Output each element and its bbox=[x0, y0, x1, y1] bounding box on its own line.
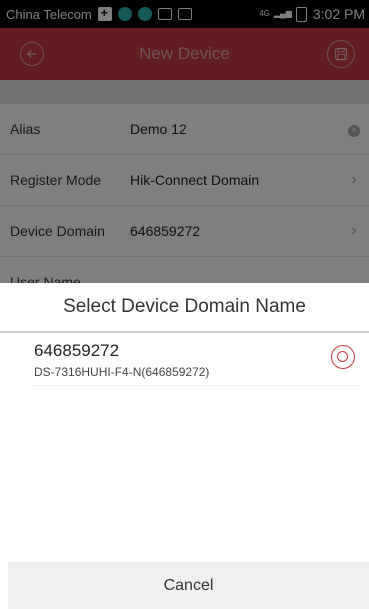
domain-option[interactable]: 646859272 DS-7316HUHI-F4-N(646859272) bbox=[32, 333, 359, 386]
select-domain-sheet: Select Device Domain Name 646859272 DS-7… bbox=[0, 283, 369, 609]
radio-selected-icon[interactable] bbox=[331, 344, 355, 369]
sheet-title: Select Device Domain Name bbox=[63, 296, 306, 317]
cancel-button[interactable]: Cancel bbox=[8, 562, 369, 609]
domain-option-name: 646859272 bbox=[34, 340, 120, 360]
domain-option-description: DS-7316HUHI-F4-N(646859272) bbox=[34, 364, 210, 379]
